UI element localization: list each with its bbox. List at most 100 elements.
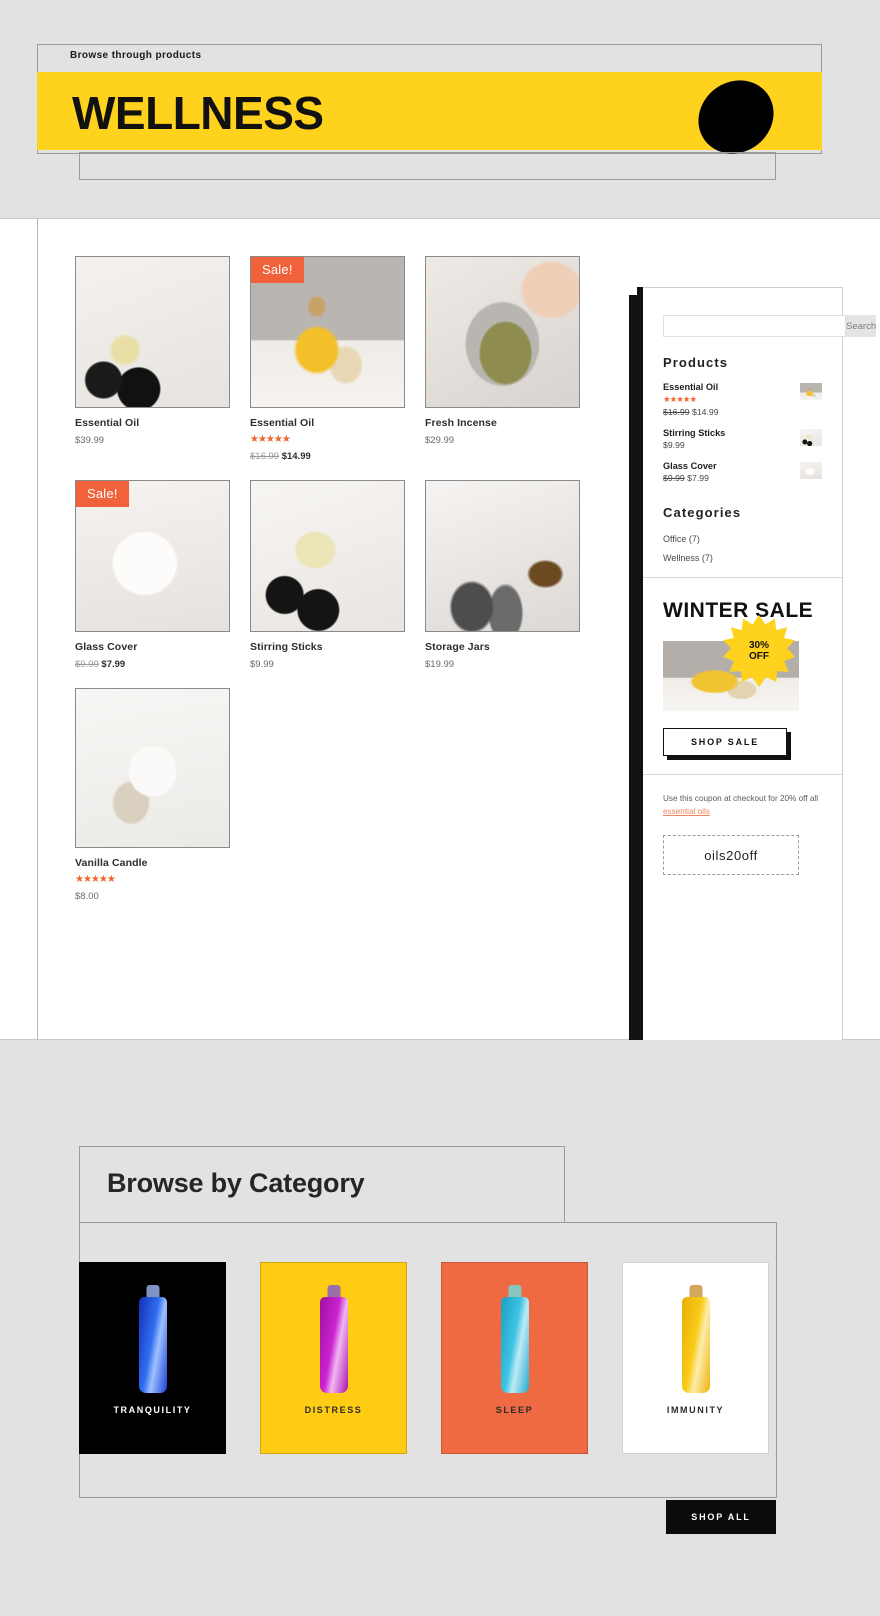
sidebar-accent-bar (637, 287, 643, 1095)
bottle-icon (500, 1297, 529, 1393)
search-button[interactable]: Search (846, 315, 877, 337)
old-price: $16.99 (250, 451, 280, 462)
product-price: $29.99 (425, 435, 455, 446)
old-price: $9.99 (75, 659, 99, 670)
product-price: $9.99 (250, 659, 274, 670)
sidebar-widget-panel: Search Products Essential Oil ★★★★★ $16.… (637, 287, 877, 1095)
discount-percent: 30% (748, 640, 769, 651)
coupon-widget: Use this coupon at checkout for 20% off … (638, 775, 842, 875)
promo-image: 30% OFF (663, 615, 799, 711)
sidebar-product-item[interactable]: Essential Oil ★★★★★ $16.99 $14.99 (663, 382, 822, 417)
coupon-link[interactable]: essential oils (663, 807, 710, 816)
new-price: $7.99 (687, 473, 709, 483)
product-price: $39.99 (75, 435, 105, 446)
product-thumbnail[interactable] (425, 480, 580, 632)
sidebar-product-item[interactable]: Glass Cover $9.99 $7.99 (663, 461, 822, 483)
product-card[interactable]: Sale! Glass Cover $9.99 $7.99 (75, 480, 230, 670)
sidebar-product-name: Glass Cover (663, 461, 717, 471)
search-row[interactable]: Search (663, 315, 877, 337)
shop-sale-button[interactable]: SHOP SALE (663, 728, 787, 756)
bottle-icon (319, 1297, 348, 1393)
product-card[interactable]: Fresh Incense $29.99 (425, 256, 580, 462)
product-name: Essential Oil (75, 417, 140, 429)
rating-stars: ★★★★★ (663, 394, 697, 404)
sale-badge: Sale! (76, 481, 129, 507)
sidebar-category-wellness[interactable]: Wellness (7) (663, 553, 822, 563)
sidebar-product-price: $9.99 (663, 440, 725, 450)
coupon-text-before: Use this coupon at checkout for 20% off … (663, 794, 819, 803)
category-tile-list: TRANQUILITY DISTRESS SLEEP IMMUNITY (79, 1262, 777, 1454)
category-tile-distress[interactable]: DISTRESS (260, 1262, 407, 1454)
sidebar-product-price: $16.99 $14.99 (663, 407, 719, 417)
new-price: $14.99 (281, 451, 311, 462)
product-name: Storage Jars (425, 641, 490, 653)
coupon-code[interactable]: oils20off (663, 835, 799, 875)
product-row: Sale! Glass Cover $9.99 $7.99 Stirring S… (75, 480, 595, 670)
product-thumbnail[interactable] (75, 256, 230, 408)
sidebar-product-name: Stirring Sticks (663, 428, 726, 438)
product-name: Fresh Incense (425, 417, 497, 429)
category-tile-immunity[interactable]: IMMUNITY (622, 1262, 769, 1454)
product-thumbnail[interactable]: Sale! (250, 256, 405, 408)
coupon-text: Use this coupon at checkout for 20% off … (663, 792, 822, 818)
hero-kicker: Browse through products (70, 50, 202, 61)
category-tile-tranquility[interactable]: TRANQUILITY (79, 1262, 226, 1454)
sale-badge: Sale! (251, 257, 304, 283)
sidebar-product-thumbnail (800, 429, 822, 446)
product-row: Vanilla Candle ★★★★★ $8.00 (75, 688, 595, 902)
product-thumbnail[interactable] (250, 480, 405, 632)
product-name: Vanilla Candle (75, 857, 148, 869)
product-price: $19.99 (425, 659, 455, 670)
search-input[interactable] (663, 315, 846, 337)
discount-starburst-icon: 30% OFF (723, 615, 795, 687)
new-price: $7.99 (101, 659, 126, 670)
winter-sale-promo: WINTER SALE 30% OFF SHOP SALE (638, 578, 842, 756)
product-name: Stirring Sticks (250, 641, 323, 653)
new-price: $14.99 (692, 407, 719, 417)
hero-sub-outline (79, 152, 776, 180)
product-grid: Essential Oil $39.99 Sale! Essential Oil… (75, 256, 595, 920)
product-card[interactable]: Sale! Essential Oil ★★★★★ $16.99 $14.99 (250, 256, 405, 462)
sidebar-product-name: Essential Oil (663, 382, 719, 392)
category-tile-label: IMMUNITY (666, 1405, 725, 1415)
product-thumbnail[interactable] (425, 256, 580, 408)
category-tile-label: SLEEP (495, 1405, 534, 1415)
shop-top-divider (0, 218, 880, 219)
sidebar-product-thumbnail (800, 383, 822, 400)
sidebar-product-thumbnail (800, 462, 822, 479)
shop-left-divider (37, 218, 38, 1040)
product-card[interactable]: Stirring Sticks $9.99 (250, 480, 405, 670)
browse-title: Browse by Category (107, 1168, 365, 1198)
category-tile-label: DISTRESS (304, 1405, 363, 1415)
discount-off-label: OFF (749, 651, 769, 662)
product-thumbnail[interactable]: Sale! (75, 480, 230, 632)
category-tile-sleep[interactable]: SLEEP (441, 1262, 588, 1454)
product-price: $16.99 $14.99 (250, 451, 405, 462)
sidebar-product-price: $9.99 $7.99 (663, 473, 717, 483)
product-name: Essential Oil (250, 417, 315, 429)
old-price: $16.99 (663, 407, 690, 417)
product-price: $8.00 (75, 891, 99, 902)
product-thumbnail[interactable] (75, 688, 230, 848)
bottle-icon (138, 1297, 167, 1393)
rating-stars: ★★★★★ (75, 874, 116, 885)
product-price: $9.99 $7.99 (75, 659, 230, 670)
bottle-icon (681, 1297, 710, 1393)
sidebar-category-office[interactable]: Office (7) (663, 534, 822, 544)
product-row: Essential Oil $39.99 Sale! Essential Oil… (75, 256, 595, 462)
old-price: $9.99 (663, 473, 685, 483)
sidebar-products-heading: Products (663, 355, 729, 370)
product-name: Glass Cover (75, 641, 138, 653)
category-tile-label: TRANQUILITY (113, 1405, 192, 1415)
page-title: WELLNESS (72, 87, 324, 139)
shop-all-button[interactable]: SHOP ALL (666, 1500, 776, 1534)
sidebar-product-item[interactable]: Stirring Sticks $9.99 (663, 428, 822, 450)
product-card[interactable]: Essential Oil $39.99 (75, 256, 230, 462)
new-price: $9.99 (663, 440, 685, 450)
product-card[interactable]: Vanilla Candle ★★★★★ $8.00 (75, 688, 230, 902)
promo-title: WINTER SALE (663, 599, 814, 622)
product-card[interactable]: Storage Jars $19.99 (425, 480, 580, 670)
hero-section: Browse through products WELLNESS (0, 0, 880, 218)
sidebar-categories-heading: Categories (663, 505, 742, 520)
rating-stars: ★★★★★ (250, 434, 291, 445)
